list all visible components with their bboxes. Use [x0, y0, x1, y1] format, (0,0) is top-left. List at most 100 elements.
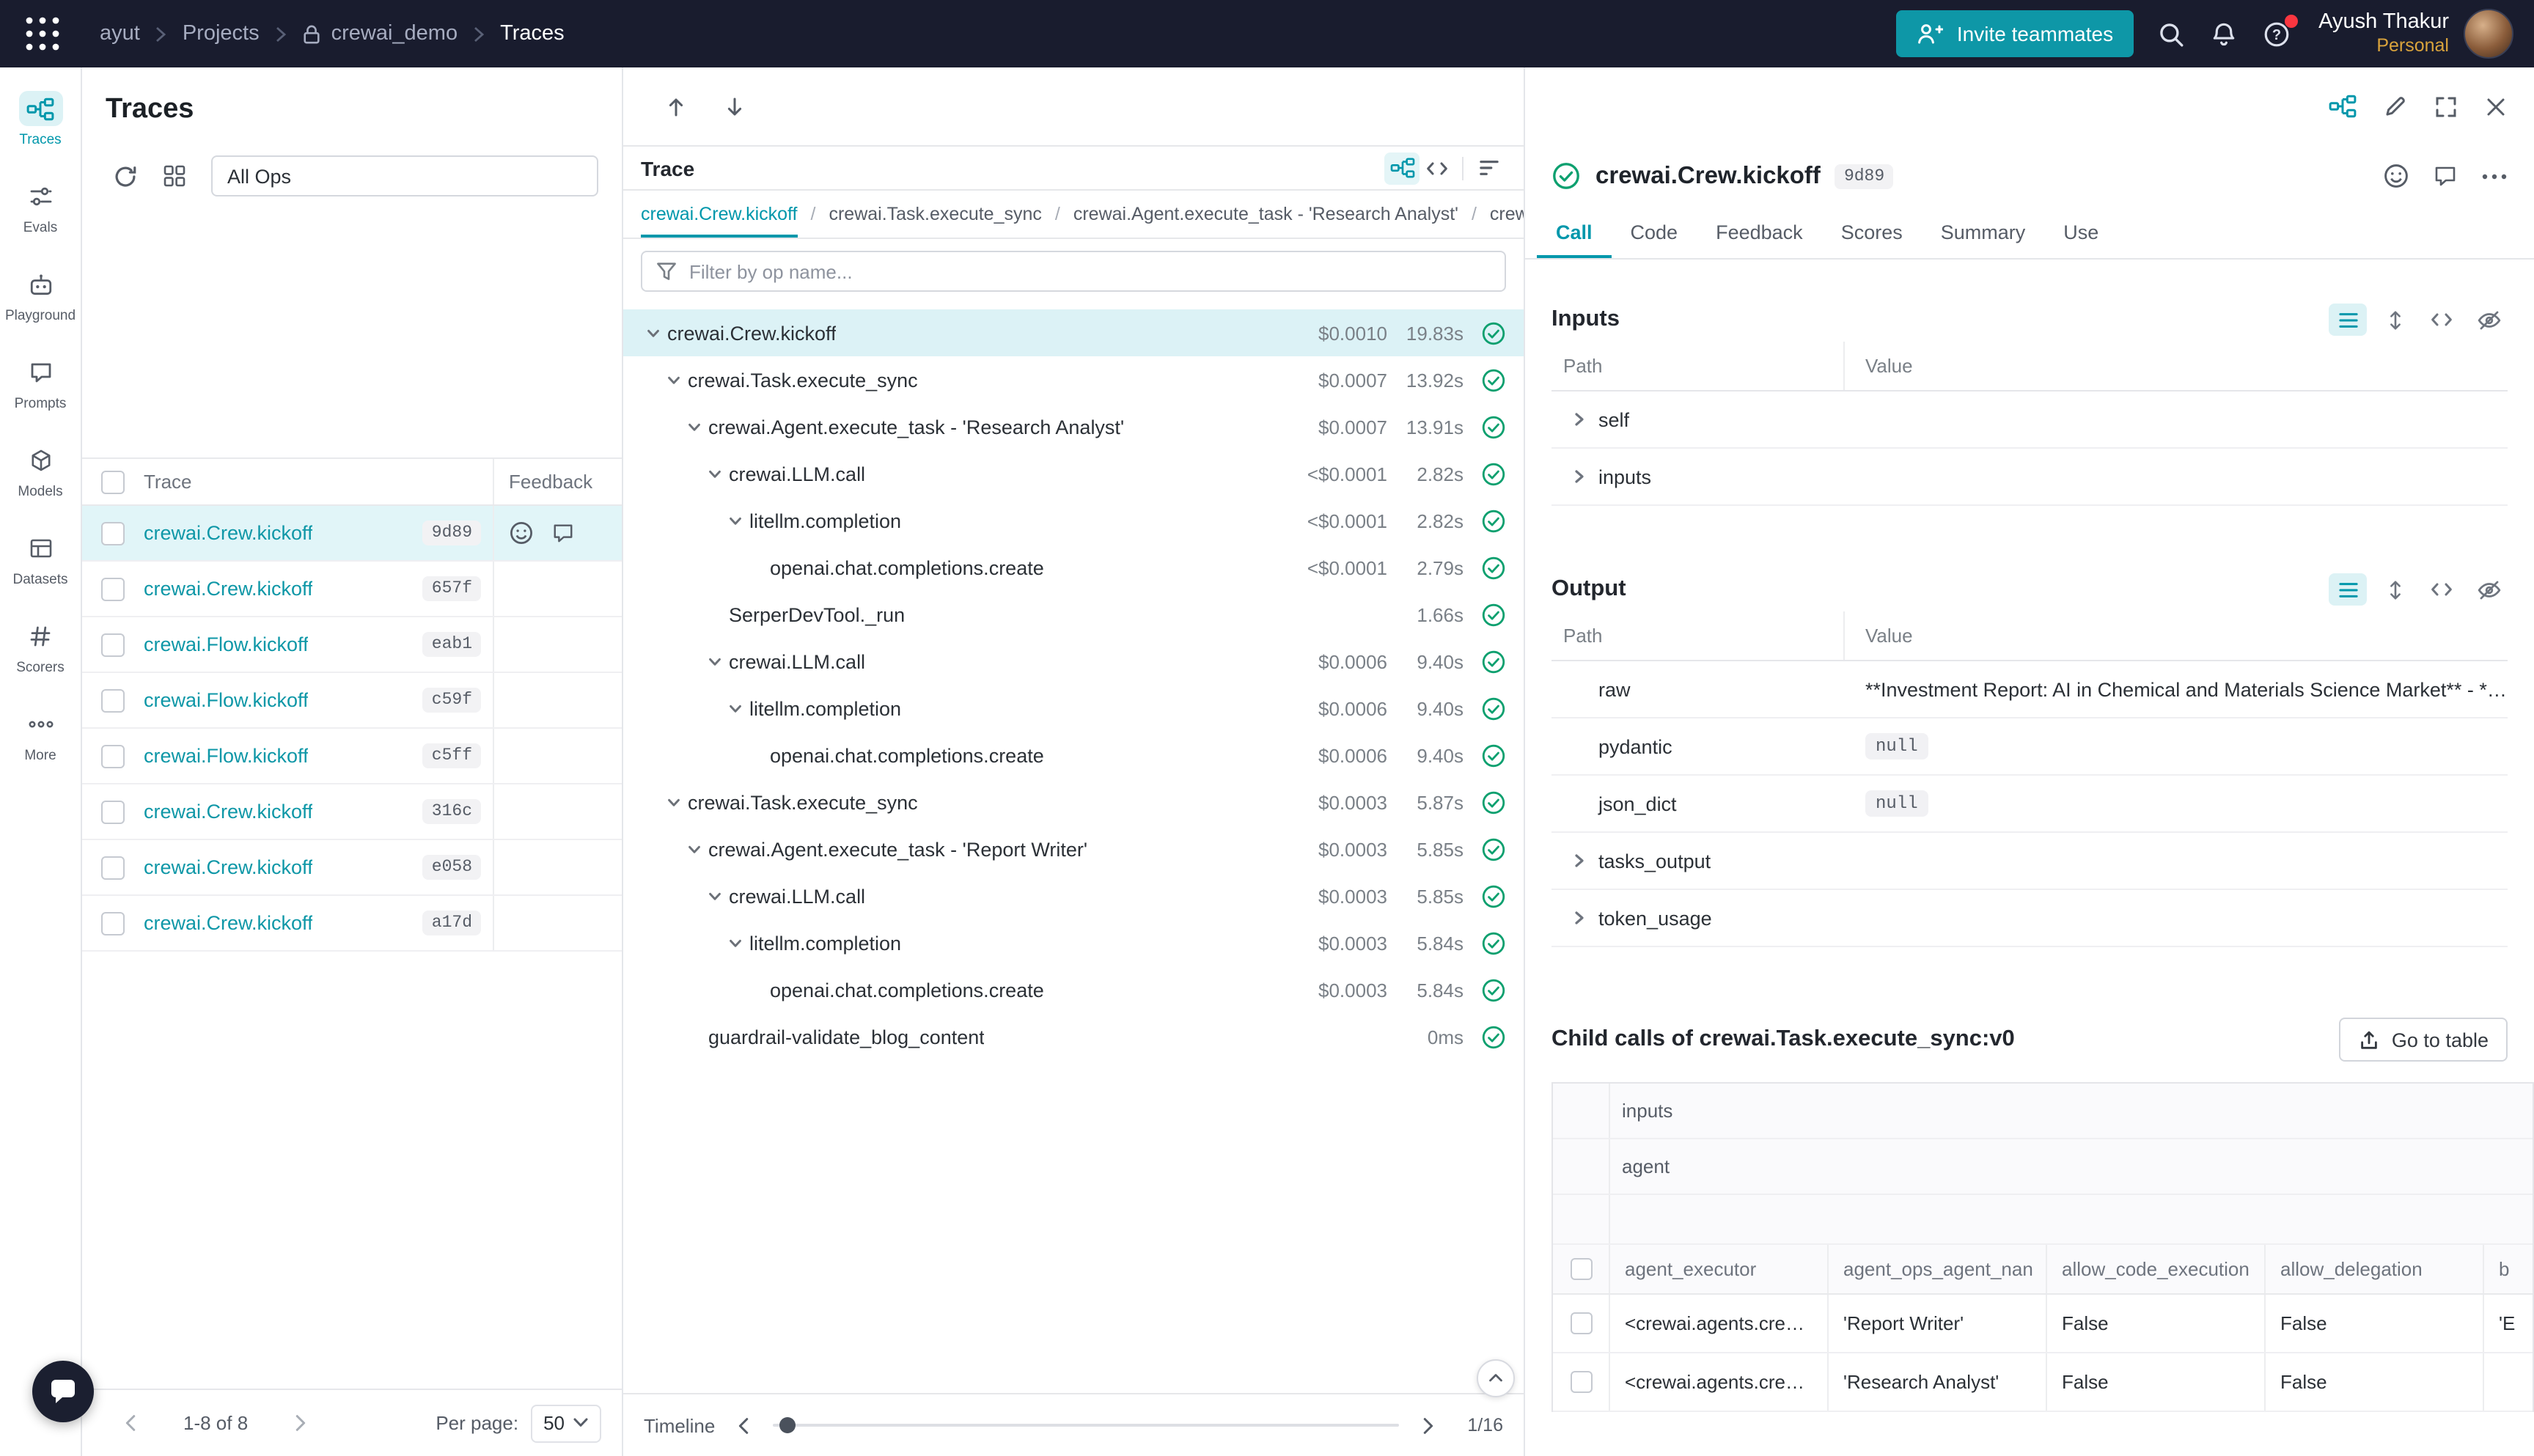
add-note-button[interactable]: [551, 522, 575, 544]
breadcrumb-projects[interactable]: Projects: [183, 22, 260, 45]
json-view-button[interactable]: [2423, 304, 2461, 336]
help-button[interactable]: ?: [2251, 9, 2301, 59]
close-button[interactable]: [2484, 95, 2508, 118]
trace-tree-node[interactable]: openai.chat.completions.create $0.0006 9…: [623, 732, 1524, 779]
tab-feedback[interactable]: Feedback: [1697, 207, 1822, 258]
column-header[interactable]: allow_code_execution: [2062, 1258, 2250, 1280]
expand-chevron-icon[interactable]: [1566, 411, 1593, 428]
invite-teammates-button[interactable]: Invite teammates: [1897, 10, 2134, 57]
fullscreen-button[interactable]: [2434, 95, 2458, 118]
row-checkbox[interactable]: [101, 633, 125, 656]
next-trace-button[interactable]: [723, 95, 746, 118]
trace-tree-node[interactable]: crewai.Agent.execute_task - 'Research An…: [623, 403, 1524, 450]
row-checkbox[interactable]: [101, 577, 125, 600]
timeline-slider[interactable]: [772, 1424, 1399, 1427]
trace-crumb[interactable]: crewai.LLM.cal: [1490, 191, 1524, 238]
hide-values-button[interactable]: [2469, 573, 2508, 606]
breadcrumb-current-page[interactable]: Traces: [500, 22, 565, 45]
sidebar-item-prompts[interactable]: Prompts: [0, 346, 81, 434]
tab-use[interactable]: Use: [2044, 207, 2118, 258]
child-call-row[interactable]: <crewai.agents.cre… 'Research Analyst' F…: [1553, 1353, 2533, 1412]
op-filter-input[interactable]: [689, 260, 1491, 282]
tree-view-button[interactable]: [1384, 152, 1420, 184]
breadcrumb-project[interactable]: crewai_demo: [302, 22, 458, 45]
input-row-self[interactable]: self: [1551, 391, 2508, 449]
trace-tree-node[interactable]: litellm.completion $0.0006 9.40s: [623, 685, 1524, 732]
code-view-button[interactable]: [1420, 152, 1455, 184]
trace-list-row[interactable]: crewai.Flow.kickoff eab1: [82, 617, 622, 673]
per-page-select[interactable]: 50: [530, 1404, 601, 1442]
column-header[interactable]: agent_executor: [1625, 1258, 1756, 1280]
row-checkbox[interactable]: [101, 856, 125, 879]
timeline-prev-button[interactable]: [732, 1414, 754, 1436]
flamegraph-view-button[interactable]: [1471, 152, 1506, 184]
notifications-button[interactable]: [2198, 9, 2248, 59]
collapse-chevron-icon[interactable]: [661, 794, 685, 810]
select-all-checkbox[interactable]: [1570, 1258, 1592, 1280]
collapse-chevron-icon[interactable]: [723, 700, 746, 716]
wandb-logo-icon[interactable]: [23, 15, 62, 53]
expand-chevron-icon[interactable]: [1566, 909, 1593, 927]
feedback-column-header[interactable]: Feedback: [509, 471, 592, 493]
user-menu[interactable]: Ayush Thakur Personal: [2318, 9, 2449, 59]
trace-tree-node[interactable]: crewai.Task.execute_sync $0.0003 5.87s: [623, 779, 1524, 826]
collapse-chevron-icon[interactable]: [682, 841, 705, 857]
collapse-chevron-icon[interactable]: [723, 935, 746, 951]
edit-button[interactable]: [2383, 94, 2408, 119]
trace-crumb[interactable]: crewai.Task.execute_sync: [829, 191, 1041, 238]
trace-tree-node[interactable]: crewai.Task.execute_sync $0.0007 13.92s: [623, 356, 1524, 403]
row-checkbox[interactable]: [101, 521, 125, 545]
next-page-button[interactable]: [283, 1412, 317, 1434]
sidebar-item-more[interactable]: More: [0, 698, 81, 786]
column-header[interactable]: agent_ops_agent_nan: [1843, 1258, 2033, 1280]
trace-list-row[interactable]: crewai.Crew.kickoff 9d89: [82, 506, 622, 562]
avatar[interactable]: [2464, 9, 2513, 59]
refresh-button[interactable]: [106, 157, 144, 195]
column-header[interactable]: b: [2499, 1258, 2509, 1280]
json-view-button[interactable]: [2423, 573, 2461, 606]
timeline-next-button[interactable]: [1417, 1414, 1439, 1436]
trace-name-link[interactable]: crewai.Crew.kickoff: [144, 578, 313, 600]
previous-page-button[interactable]: [114, 1412, 148, 1434]
trace-crumb[interactable]: crewai.Crew.kickoff: [641, 191, 798, 238]
add-reaction-button[interactable]: [2383, 163, 2409, 189]
trace-column-header[interactable]: Trace: [144, 471, 192, 493]
timeline-slider-handle[interactable]: [780, 1417, 796, 1433]
tab-call[interactable]: Call: [1537, 207, 1612, 258]
trace-tree-node[interactable]: openai.chat.completions.create $0.0003 5…: [623, 966, 1524, 1013]
output-row-pydantic[interactable]: pydantic null: [1551, 718, 2508, 776]
collapse-chevron-icon[interactable]: [723, 512, 746, 529]
trace-tree-node[interactable]: SerperDevTool._run 1.66s: [623, 591, 1524, 638]
support-chat-button[interactable]: [32, 1361, 94, 1422]
trace-list-row[interactable]: crewai.Flow.kickoff c5ff: [82, 729, 622, 784]
call-id-badge[interactable]: 9d89: [1835, 163, 1893, 188]
tab-code[interactable]: Code: [1612, 207, 1697, 258]
sidebar-item-traces[interactable]: Traces: [0, 82, 81, 170]
trace-list-row[interactable]: crewai.Crew.kickoff 657f: [82, 562, 622, 617]
expand-all-button[interactable]: [2376, 304, 2414, 336]
trace-name-link[interactable]: crewai.Flow.kickoff: [144, 633, 309, 655]
trace-tree-node[interactable]: guardrail-validate_blog_content 0ms: [623, 1013, 1524, 1060]
trace-tree-node[interactable]: litellm.completion <$0.0001 2.82s: [623, 497, 1524, 544]
trace-name-link[interactable]: crewai.Crew.kickoff: [144, 801, 313, 823]
columns-icon[interactable]: [155, 157, 194, 195]
expand-chevron-icon[interactable]: [1566, 852, 1593, 869]
select-all-checkbox[interactable]: [101, 470, 125, 493]
tab-scores[interactable]: Scores: [1822, 207, 1922, 258]
search-button[interactable]: [2145, 9, 2195, 59]
collapse-timeline-button[interactable]: [1477, 1359, 1515, 1397]
trace-list-row[interactable]: crewai.Crew.kickoff e058: [82, 840, 622, 896]
add-comment-button[interactable]: [2433, 164, 2458, 188]
collapse-chevron-icon[interactable]: [641, 325, 664, 341]
go-to-table-button[interactable]: Go to table: [2339, 1018, 2508, 1062]
trace-tree-node[interactable]: crewai.LLM.call $0.0003 5.85s: [623, 872, 1524, 919]
output-row-token-usage[interactable]: token_usage: [1551, 890, 2508, 947]
tab-summary[interactable]: Summary: [1922, 207, 2045, 258]
row-checkbox[interactable]: [101, 744, 125, 768]
output-row-json-dict[interactable]: json_dict null: [1551, 776, 2508, 833]
add-reaction-button[interactable]: [509, 521, 534, 545]
trace-name-link[interactable]: crewai.Crew.kickoff: [144, 856, 313, 878]
collapse-chevron-icon[interactable]: [661, 372, 685, 388]
output-row-raw[interactable]: raw **Investment Report: AI in Chemical …: [1551, 661, 2508, 718]
sidebar-item-playground[interactable]: Playground: [0, 258, 81, 346]
